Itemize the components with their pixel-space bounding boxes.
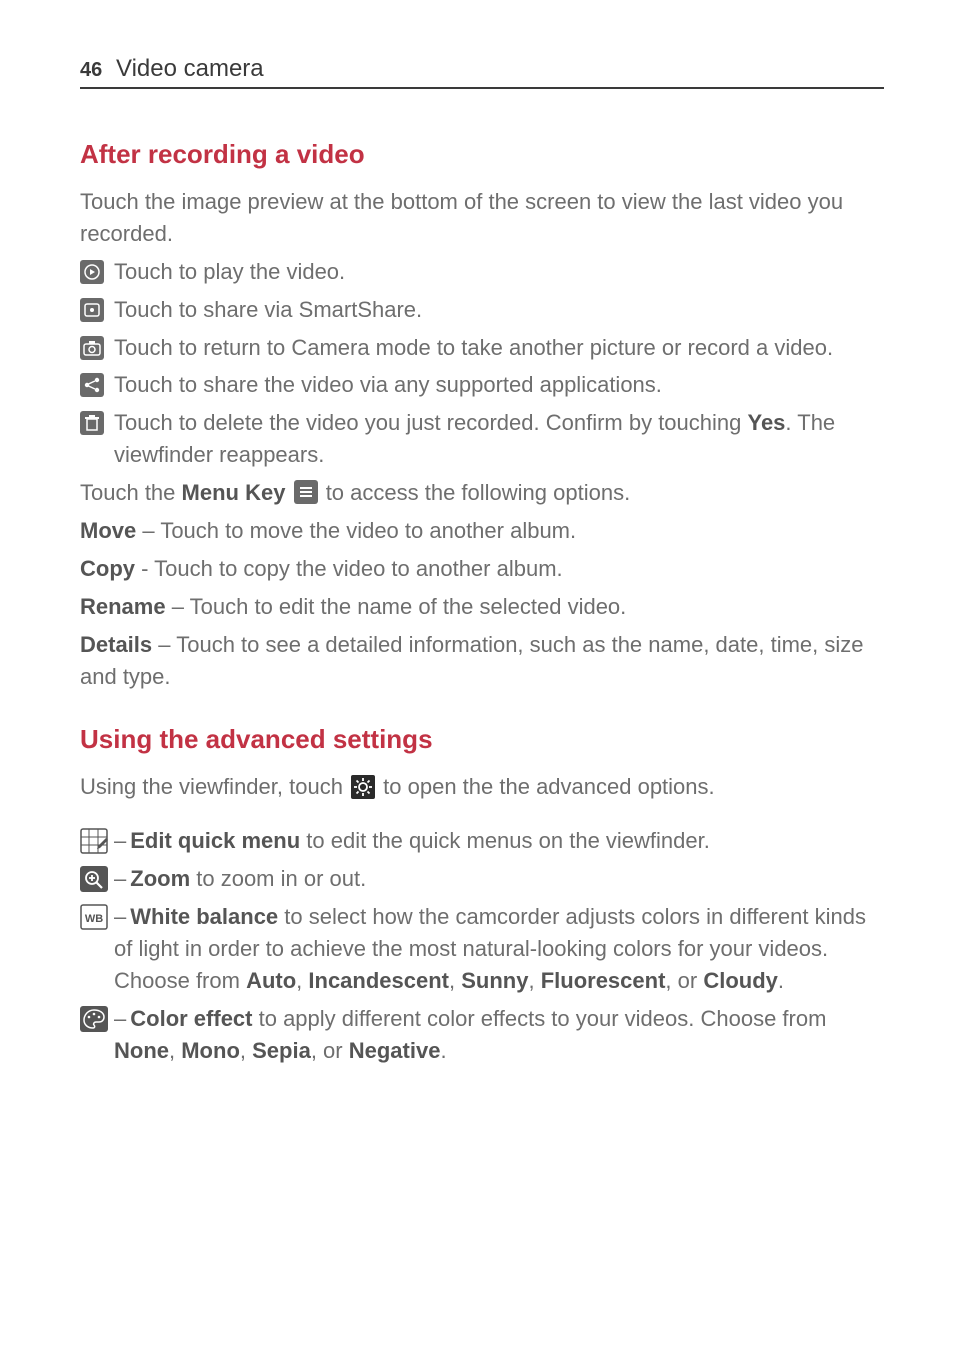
smartshare-icon xyxy=(80,298,104,322)
move-label: Move xyxy=(80,518,136,543)
delete-text: Touch to delete the video you just recor… xyxy=(114,407,884,471)
list-item: Touch to share the video via any support… xyxy=(80,369,884,401)
wb-sunny: Sunny xyxy=(461,968,528,993)
color-text: –Color effect to apply different color e… xyxy=(114,1003,884,1067)
color-label: Color effect xyxy=(130,1006,252,1031)
zoom-icon xyxy=(80,866,108,892)
edit-text: –Edit quick menu to edit the quick menus… xyxy=(114,825,884,857)
sep: , xyxy=(449,968,461,993)
rename-label: Rename xyxy=(80,594,166,619)
camera-text: Touch to return to Camera mode to take a… xyxy=(114,332,884,364)
move-text: – Touch to move the video to another alb… xyxy=(136,518,576,543)
intro-pre: Using the viewfinder, touch xyxy=(80,774,349,799)
wb-cloudy: Cloudy xyxy=(703,968,778,993)
dash: – xyxy=(114,828,126,853)
svg-text:WB: WB xyxy=(85,913,103,925)
wb-auto: Auto xyxy=(246,968,296,993)
copy-text: - Touch to copy the video to another alb… xyxy=(135,556,563,581)
wb-label: White balance xyxy=(130,904,278,929)
list-item: –Zoom to zoom in or out. xyxy=(80,863,884,895)
document-page: 46 Video camera After recording a video … xyxy=(0,0,954,1133)
white-balance-icon: WB xyxy=(80,904,108,930)
page-number: 46 xyxy=(80,59,116,82)
list-item: –Edit quick menu to edit the quick menus… xyxy=(80,825,884,857)
option-details: Details – Touch to see a detailed inform… xyxy=(80,629,884,693)
zoom-label: Zoom xyxy=(130,866,190,891)
sep-or: , or xyxy=(311,1038,349,1063)
share-text: Touch to share the video via any support… xyxy=(114,369,884,401)
delete-yes: Yes xyxy=(747,410,785,435)
dash: – xyxy=(114,904,126,929)
wb-fluor: Fluorescent xyxy=(541,968,666,993)
menu-key-icon xyxy=(294,480,318,504)
trash-icon xyxy=(80,411,104,435)
period: . xyxy=(778,968,784,993)
delete-pre: Touch to delete the video you just recor… xyxy=(114,410,747,435)
sep: , xyxy=(169,1038,181,1063)
dash: – xyxy=(114,1006,126,1031)
section-heading-advanced-settings: Using the advanced settings xyxy=(80,724,884,755)
list-item: Touch to share via SmartShare. xyxy=(80,294,884,326)
sep: , xyxy=(296,968,308,993)
play-icon xyxy=(80,260,104,284)
gear-icon xyxy=(351,775,375,799)
page-header: 46 Video camera xyxy=(80,55,884,89)
details-label: Details xyxy=(80,632,152,657)
edit-menu-icon xyxy=(80,828,108,854)
edit-desc: to edit the quick menus on the viewfinde… xyxy=(300,828,710,853)
option-copy: Copy - Touch to copy the video to anothe… xyxy=(80,553,884,585)
play-text: Touch to play the video. xyxy=(114,256,884,288)
color-mono: Mono xyxy=(181,1038,240,1063)
advanced-intro: Using the viewfinder, touch to open the … xyxy=(80,771,884,803)
sep-or: , or xyxy=(665,968,703,993)
period: . xyxy=(440,1038,446,1063)
camera-icon xyxy=(80,336,104,360)
dash: – xyxy=(114,866,126,891)
details-text: – Touch to see a detailed information, s… xyxy=(80,632,864,689)
wb-incand: Incandescent xyxy=(308,968,449,993)
intro-text: Touch the image preview at the bottom of… xyxy=(80,186,884,250)
color-none: None xyxy=(114,1038,169,1063)
menu-line: Touch the Menu Key to access the followi… xyxy=(80,477,884,509)
list-item: Touch to play the video. xyxy=(80,256,884,288)
rename-text: – Touch to edit the name of the selected… xyxy=(166,594,627,619)
sep: , xyxy=(528,968,540,993)
color-desc1: to apply different color effects to your… xyxy=(253,1006,827,1031)
zoom-desc: to zoom in or out. xyxy=(190,866,366,891)
color-negative: Negative xyxy=(349,1038,441,1063)
wb-text: –White balance to select how the camcord… xyxy=(114,901,884,997)
share-icon xyxy=(80,373,104,397)
color-effect-icon xyxy=(80,1006,108,1032)
intro-post: to open the the advanced options. xyxy=(377,774,715,799)
chapter-title: Video camera xyxy=(116,55,264,83)
list-item: Touch to return to Camera mode to take a… xyxy=(80,332,884,364)
edit-label: Edit quick menu xyxy=(130,828,300,853)
option-move: Move – Touch to move the video to anothe… xyxy=(80,515,884,547)
color-sepia: Sepia xyxy=(252,1038,311,1063)
zoom-text: –Zoom to zoom in or out. xyxy=(114,863,884,895)
list-item: Touch to delete the video you just recor… xyxy=(80,407,884,471)
list-item: WB –White balance to select how the camc… xyxy=(80,901,884,997)
copy-label: Copy xyxy=(80,556,135,581)
smartshare-text: Touch to share via SmartShare. xyxy=(114,294,884,326)
sep: , xyxy=(240,1038,252,1063)
menu-post: to access the following options. xyxy=(326,480,631,505)
menu-pre: Touch the xyxy=(80,480,182,505)
menu-key-label: Menu Key xyxy=(182,480,286,505)
option-rename: Rename – Touch to edit the name of the s… xyxy=(80,591,884,623)
section-heading-after-recording: After recording a video xyxy=(80,139,884,170)
list-item: –Color effect to apply different color e… xyxy=(80,1003,884,1067)
